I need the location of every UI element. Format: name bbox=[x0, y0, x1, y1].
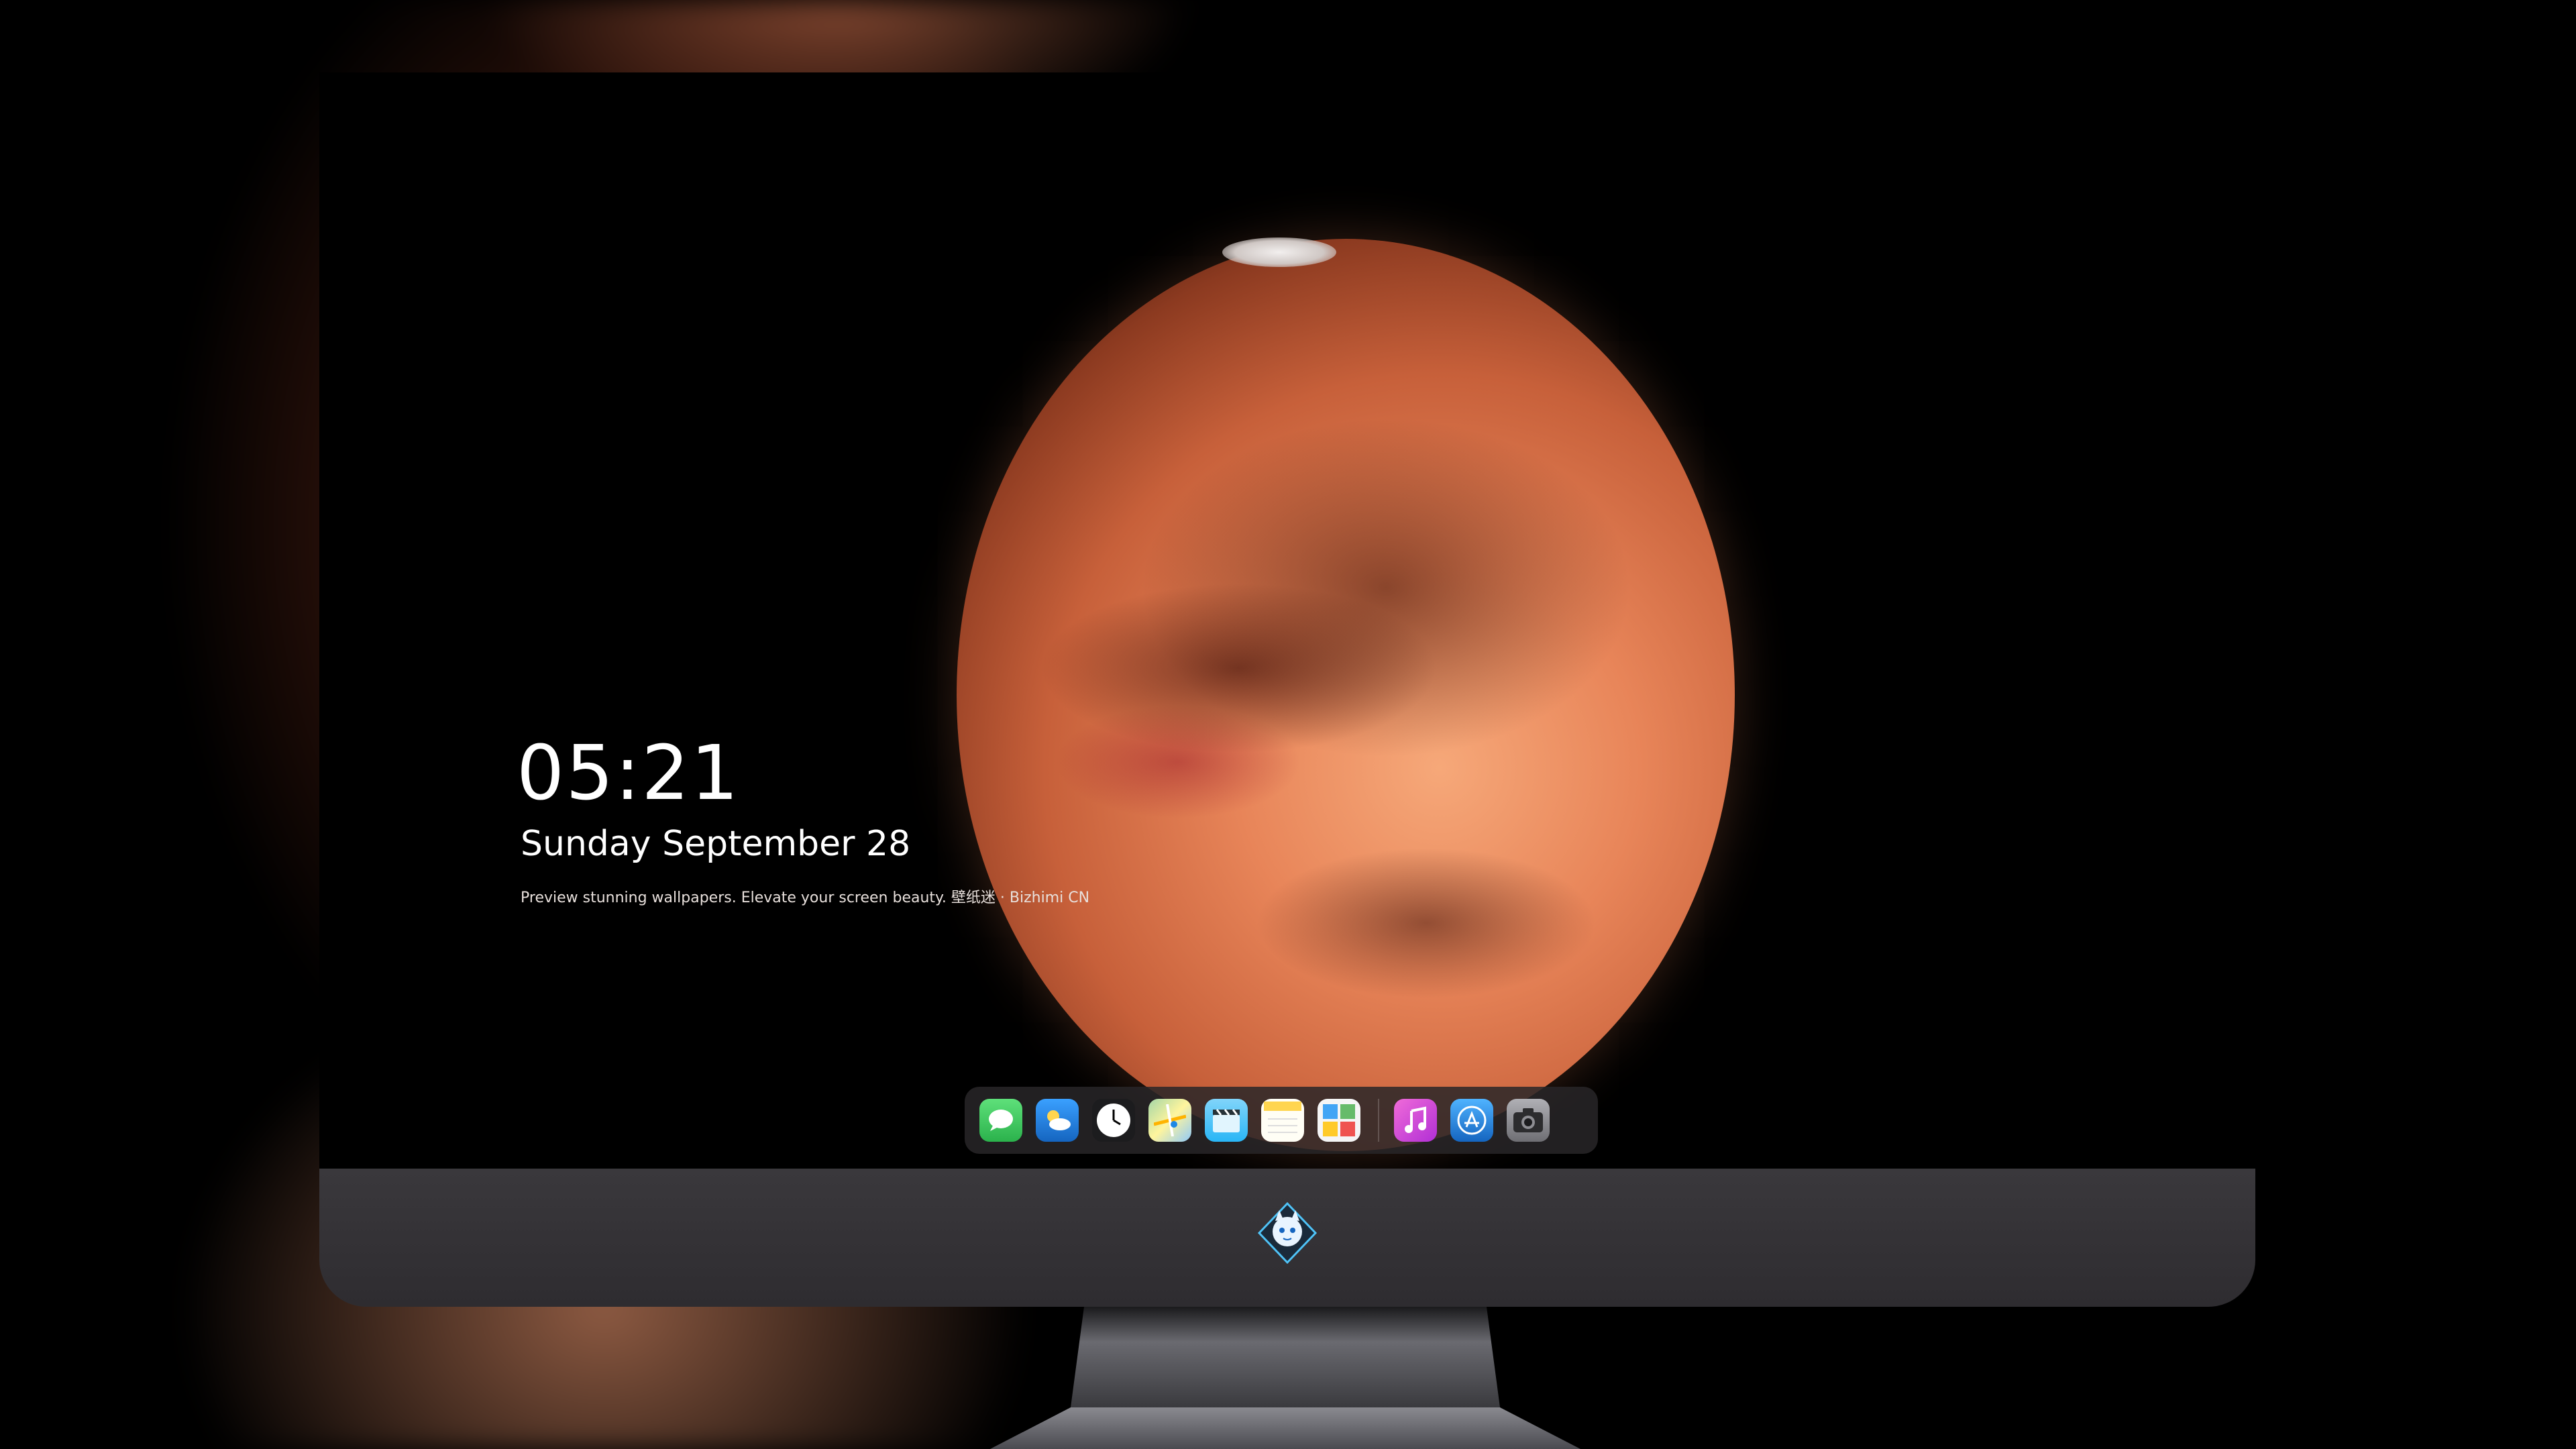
lock-clock: 05:21 bbox=[517, 730, 740, 817]
monitor-chin bbox=[319, 1169, 2255, 1307]
clock-icon[interactable] bbox=[1092, 1099, 1135, 1142]
dock bbox=[965, 1087, 1598, 1154]
clips-icon[interactable] bbox=[1205, 1099, 1248, 1142]
mars-wallpaper bbox=[957, 239, 1735, 1151]
mascot-logo-icon bbox=[1257, 1201, 1318, 1265]
music-icon[interactable] bbox=[1394, 1099, 1437, 1142]
lock-screen: 05:21 Sunday September 28 Preview stunni… bbox=[319, 72, 2255, 1169]
lock-date: Sunday September 28 bbox=[521, 824, 911, 864]
polar-cap bbox=[1222, 237, 1336, 267]
monitor-stand bbox=[990, 1307, 1580, 1449]
camera-icon[interactable] bbox=[1507, 1099, 1550, 1142]
monitor: 05:21 Sunday September 28 Preview stunni… bbox=[319, 72, 2255, 1307]
wallpaper-caption: Preview stunning wallpapers. Elevate you… bbox=[521, 890, 1090, 906]
maps-icon[interactable] bbox=[1148, 1099, 1191, 1142]
app-store-icon[interactable] bbox=[1450, 1099, 1493, 1142]
dock-separator bbox=[1378, 1099, 1379, 1142]
weather-icon[interactable] bbox=[1036, 1099, 1079, 1142]
notes-icon[interactable] bbox=[1261, 1099, 1304, 1142]
messages-icon[interactable] bbox=[979, 1099, 1022, 1142]
photos-icon[interactable] bbox=[1318, 1099, 1360, 1142]
